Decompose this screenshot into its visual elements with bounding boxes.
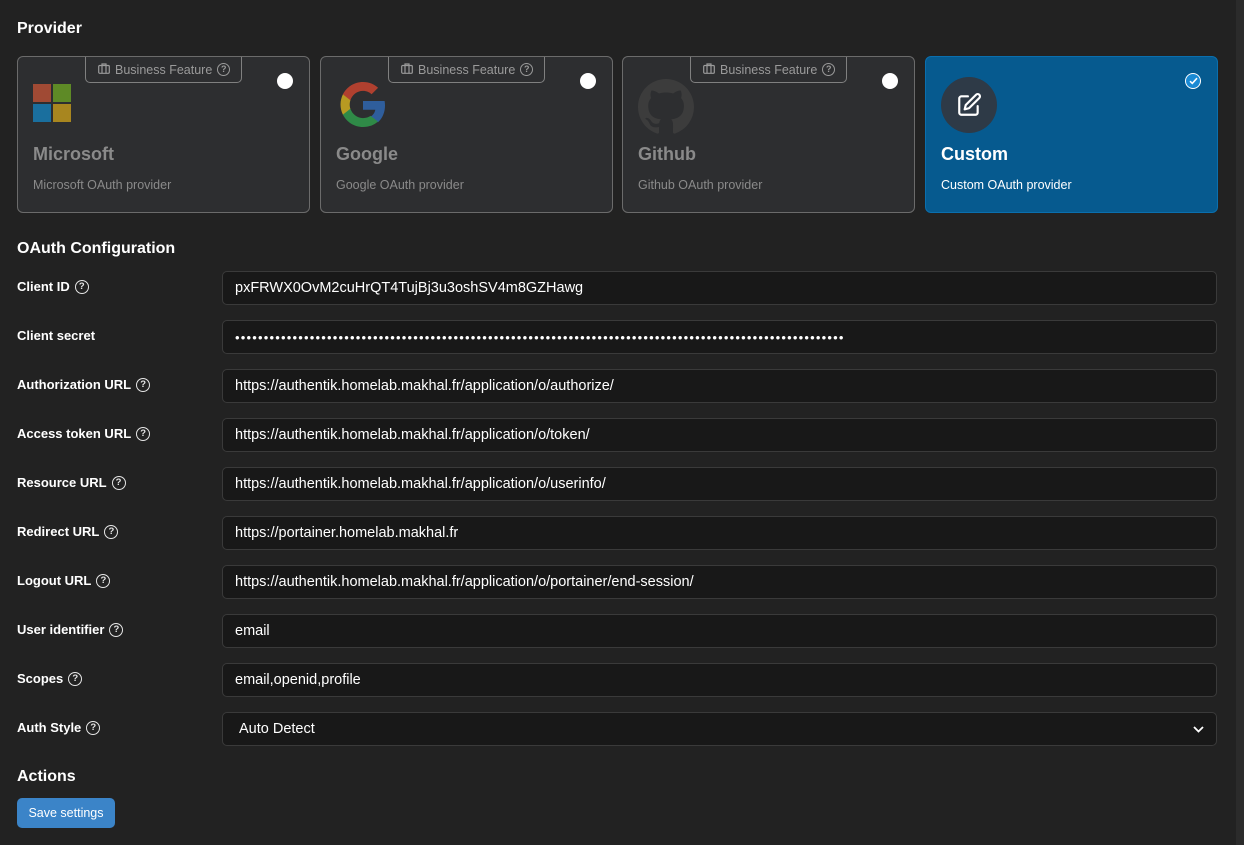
- scopes-row: Scopes? email,openid,profile: [17, 663, 1217, 697]
- provider-card-google[interactable]: Business Feature ? Google Google OAuth p…: [320, 56, 613, 213]
- provider-radio-google[interactable]: [580, 73, 596, 89]
- access-token-url-input[interactable]: https://authentik.homelab.makhal.fr/appl…: [222, 418, 1217, 452]
- google-logo-icon: [335, 77, 391, 133]
- redirect-url-row: Redirect URL? https://portainer.homelab.…: [17, 516, 1217, 550]
- github-logo-icon: [638, 79, 694, 135]
- help-icon[interactable]: ?: [111, 475, 126, 490]
- provider-card-microsoft[interactable]: Business Feature ? Microsoft Microsoft O…: [17, 56, 310, 213]
- scrollbar[interactable]: [1236, 0, 1244, 845]
- auth-style-row: Auth Style? Auto Detect: [17, 712, 1217, 746]
- client-id-label: Client ID: [17, 279, 70, 294]
- help-icon[interactable]: ?: [104, 524, 119, 539]
- business-feature-badge: Business Feature ?: [690, 57, 847, 83]
- logout-url-row: Logout URL? https://authentik.homelab.ma…: [17, 565, 1217, 599]
- authorization-url-label: Authorization URL: [17, 377, 132, 392]
- provider-radio-github[interactable]: [882, 73, 898, 89]
- client-secret-row: Client secret ••••••••••••••••••••••••••…: [17, 320, 1217, 354]
- user-identifier-label: User identifier: [17, 622, 105, 637]
- auth-style-value: Auto Detect: [239, 721, 315, 737]
- chevron-down-icon: [1193, 725, 1204, 733]
- briefcase-icon: [703, 62, 715, 77]
- provider-description: Custom OAuth provider: [941, 178, 1072, 192]
- provider-card-github[interactable]: Business Feature ? Github Github OAuth p…: [622, 56, 915, 213]
- provider-name: Google: [336, 144, 398, 164]
- redirect-url-input[interactable]: https://portainer.homelab.makhal.fr: [222, 516, 1217, 550]
- microsoft-logo-icon: [33, 84, 73, 124]
- help-icon[interactable]: ?: [136, 377, 151, 392]
- access-token-url-row: Access token URL? https://authentik.home…: [17, 418, 1217, 452]
- actions-section-title: Actions: [17, 768, 76, 785]
- resource-url-input[interactable]: https://authentik.homelab.makhal.fr/appl…: [222, 467, 1217, 501]
- redirect-url-label: Redirect URL: [17, 524, 100, 539]
- logout-url-input[interactable]: https://authentik.homelab.makhal.fr/appl…: [222, 565, 1217, 599]
- resource-url-row: Resource URL? https://authentik.homelab.…: [17, 467, 1217, 501]
- help-icon[interactable]: ?: [96, 573, 111, 588]
- client-secret-input[interactable]: ••••••••••••••••••••••••••••••••••••••••…: [222, 320, 1217, 354]
- auth-style-label: Auth Style: [17, 720, 82, 735]
- briefcase-icon: [98, 62, 110, 77]
- business-feature-badge: Business Feature ?: [85, 57, 242, 83]
- help-icon[interactable]: ?: [822, 63, 836, 76]
- provider-description: Microsoft OAuth provider: [33, 178, 172, 192]
- provider-cards: Business Feature ? Microsoft Microsoft O…: [17, 56, 1218, 213]
- help-icon[interactable]: ?: [68, 671, 83, 686]
- business-feature-badge: Business Feature ?: [388, 57, 545, 83]
- logout-url-label: Logout URL: [17, 573, 92, 588]
- scopes-input[interactable]: email,openid,profile: [222, 663, 1217, 697]
- oauth-section-title: OAuth Configuration: [17, 240, 176, 257]
- provider-card-custom[interactable]: Custom Custom OAuth provider: [925, 56, 1218, 213]
- help-icon[interactable]: ?: [109, 622, 124, 637]
- help-icon[interactable]: ?: [74, 279, 89, 294]
- edit-icon: [941, 77, 997, 133]
- resource-url-label: Resource URL: [17, 475, 107, 490]
- briefcase-icon: [401, 62, 413, 77]
- scopes-label: Scopes: [17, 671, 64, 686]
- help-icon[interactable]: ?: [217, 63, 231, 76]
- user-identifier-input[interactable]: email: [222, 614, 1217, 648]
- provider-description: Github OAuth provider: [638, 178, 763, 192]
- help-icon[interactable]: ?: [520, 63, 534, 76]
- provider-name: Custom: [941, 144, 1008, 164]
- help-icon[interactable]: ?: [136, 426, 151, 441]
- checkmark-icon: [1188, 77, 1198, 85]
- authorization-url-input[interactable]: https://authentik.homelab.makhal.fr/appl…: [222, 369, 1217, 403]
- client-secret-label: Client secret: [17, 328, 96, 343]
- authorization-url-row: Authorization URL? https://authentik.hom…: [17, 369, 1217, 403]
- provider-name: Microsoft: [33, 144, 114, 164]
- provider-radio-microsoft[interactable]: [277, 73, 293, 89]
- provider-radio-custom[interactable]: [1185, 73, 1201, 89]
- access-token-url-label: Access token URL: [17, 426, 132, 441]
- provider-name: Github: [638, 144, 696, 164]
- help-icon[interactable]: ?: [86, 720, 101, 735]
- client-id-input[interactable]: pxFRWX0OvM2cuHrQT4TujBj3u3oshSV4m8GZHawg: [222, 271, 1217, 305]
- auth-style-select[interactable]: Auto Detect: [222, 712, 1217, 746]
- user-identifier-row: User identifier? email: [17, 614, 1217, 648]
- save-settings-button[interactable]: Save settings: [17, 798, 115, 828]
- provider-section-title: Provider: [17, 20, 82, 37]
- client-id-row: Client ID? pxFRWX0OvM2cuHrQT4TujBj3u3osh…: [17, 271, 1217, 305]
- provider-description: Google OAuth provider: [336, 178, 464, 192]
